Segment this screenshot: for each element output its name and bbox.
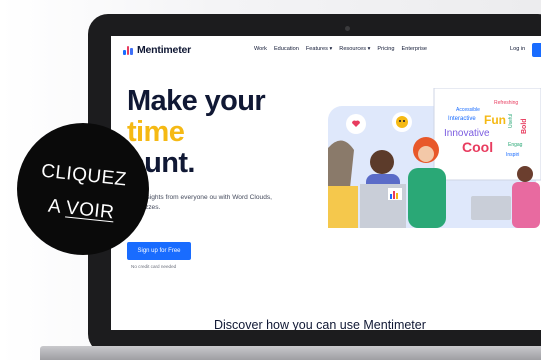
person-right-body bbox=[408, 168, 446, 228]
word-useful: Useful bbox=[508, 114, 514, 128]
hero-title: Make your time ount. bbox=[127, 85, 266, 179]
word-inspiring: Inspiri bbox=[506, 152, 519, 158]
nav-link-resources[interactable]: Resources ▾ bbox=[339, 46, 370, 52]
laptop-screen: Mentimeter Work Education Features ▾ Res… bbox=[111, 36, 541, 330]
signup-free-button[interactable]: Sign up for Free bbox=[127, 242, 191, 260]
presenter-body bbox=[512, 182, 540, 228]
overlay-line2-prefix: A bbox=[47, 195, 68, 219]
word-refreshing: Refreshing bbox=[494, 100, 518, 106]
person-left bbox=[328, 140, 354, 188]
word-fun: Fun bbox=[484, 113, 506, 127]
word-cool: Cool bbox=[462, 139, 493, 155]
hero-title-line2: time bbox=[127, 116, 185, 148]
nav-link-pricing[interactable]: Pricing bbox=[377, 46, 394, 52]
cliquez-a-voir-overlay[interactable]: CLIQUEZ A VOIR bbox=[17, 123, 149, 255]
hero-title-line3: ount. bbox=[127, 147, 195, 179]
word-accessible: Accessible bbox=[456, 107, 480, 113]
discover-heading: Discover how you can use Mentimeter bbox=[214, 318, 426, 330]
logo-text: Mentimeter bbox=[137, 44, 192, 56]
nav-links: Work Education Features ▾ Resources ▾ Pr… bbox=[254, 46, 427, 52]
overlay-voir-link[interactable]: VOIR bbox=[65, 197, 115, 223]
word-bold: Bold bbox=[521, 118, 528, 134]
nav-link-education[interactable]: Education bbox=[274, 46, 299, 52]
word-engaging: Engag bbox=[508, 142, 523, 148]
person-right-face bbox=[418, 146, 434, 162]
person-left-shirt bbox=[328, 186, 358, 228]
word-innovative: Innovative bbox=[444, 128, 490, 139]
top-navigation: Mentimeter Work Education Features ▾ Res… bbox=[111, 36, 541, 64]
logo-bars-icon bbox=[123, 45, 133, 55]
no-credit-card-note: No credit card needed bbox=[131, 264, 177, 269]
login-link[interactable]: Log in bbox=[510, 46, 525, 52]
mentimeter-logo[interactable]: Mentimeter bbox=[123, 44, 191, 56]
signup-button-corner[interactable] bbox=[532, 43, 541, 57]
smiley-icon bbox=[396, 116, 408, 128]
hero-subtitle: able insights from everyone ou with Word… bbox=[127, 194, 273, 211]
nav-link-features[interactable]: Features ▾ bbox=[306, 46, 332, 52]
nav-link-work[interactable]: Work bbox=[254, 46, 267, 52]
overlay-line2: A VOIR bbox=[47, 196, 115, 225]
person-middle-head bbox=[370, 150, 394, 174]
laptop-right bbox=[471, 196, 511, 220]
camera-dot bbox=[345, 26, 350, 31]
word-interactive: Interactive bbox=[448, 116, 476, 122]
presenter-head bbox=[517, 166, 533, 182]
laptop-base bbox=[40, 346, 541, 360]
hero-title-line1: Make your bbox=[127, 85, 266, 117]
hero-illustration: Refreshing Accessible Interactive Fun In… bbox=[328, 88, 541, 228]
overlay-line1: CLIQUEZ bbox=[40, 160, 128, 191]
nav-link-enterprise[interactable]: Enterprise bbox=[402, 46, 428, 52]
